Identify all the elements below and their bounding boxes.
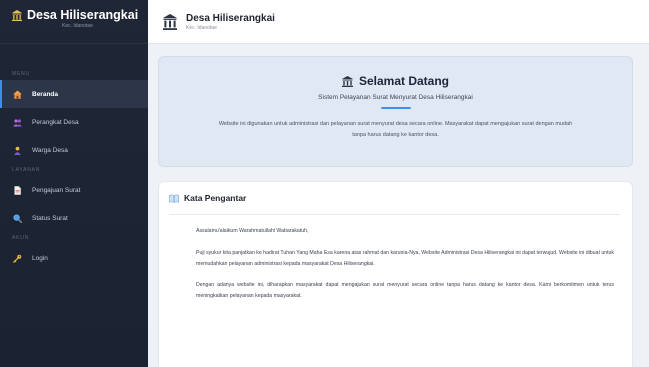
sidebar-item-label: Warga Desa <box>32 146 68 154</box>
building-icon <box>163 13 177 30</box>
sidebar-item-login[interactable]: Login <box>0 244 148 272</box>
foreword-body: Assalamu'alaikum Warahmatullahi Wabaraka… <box>159 215 632 302</box>
sidebar-item-label: Status Surat <box>32 214 68 222</box>
user-icon <box>14 146 21 155</box>
key-icon <box>13 254 22 263</box>
sidebar-brand-subtitle: Kec. Idanotae <box>62 23 93 29</box>
building-icon <box>12 9 22 21</box>
sidebar-item-perangkat-desa[interactable]: Perangkat Desa <box>0 108 148 136</box>
foreword-title: Kata Pengantar <box>184 193 247 203</box>
header-subtitle: Kec. Idanotae <box>186 24 217 31</box>
sidebar-item-pengajuan-surat[interactable]: Pengajuan Surat <box>0 176 148 204</box>
sidebar-item-status-surat[interactable]: Status Surat <box>0 204 148 232</box>
welcome-card: Selamat Datang Sistem Pelayanan Surat Me… <box>158 56 633 167</box>
foreword-paragraph: Assalamu'alaikum Warahmatullahi Wabaraka… <box>196 228 309 234</box>
sidebar-section-akun: AKUN <box>12 235 30 241</box>
foreword-paragraph: Puji syukur kita panjatkan ke hadirat Tu… <box>196 250 615 267</box>
sidebar-item-warga-desa[interactable]: Warga Desa <box>0 136 148 164</box>
sidebar: Desa Hiliserangkai Kec. Idanotae MENU Be… <box>0 0 148 367</box>
top-header: Desa Hiliserangkai Kec. Idanotae <box>148 0 649 44</box>
welcome-divider <box>380 107 411 109</box>
welcome-description: Website ini digunakan untuk administrasi… <box>218 121 573 138</box>
sidebar-item-label: Pengajuan Surat <box>32 186 81 194</box>
users-icon <box>13 118 22 126</box>
header-title: Desa Hiliserangkai <box>186 12 275 24</box>
sidebar-brand-title: Desa Hiliserangkai <box>27 8 139 22</box>
sidebar-brand: Desa Hiliserangkai Kec. Idanotae <box>0 0 148 44</box>
home-icon <box>13 90 22 99</box>
building-icon <box>341 75 353 87</box>
foreword-paragraph: Dengan adanya website ini, diharapkan ma… <box>196 282 614 299</box>
foreword-card: Kata Pengantar Assalamu'alaikum Warahmat… <box>158 181 633 367</box>
sidebar-item-label: Login <box>32 254 48 262</box>
document-icon <box>14 185 21 195</box>
sidebar-item-beranda[interactable]: Beranda <box>0 80 148 108</box>
sidebar-section-menu: MENU <box>12 71 30 77</box>
welcome-subtitle: Sistem Pelayanan Surat Menyurat Desa Hil… <box>318 94 473 101</box>
sidebar-item-label: Perangkat Desa <box>32 118 79 126</box>
welcome-title: Selamat Datang <box>358 74 450 88</box>
sidebar-section-layanan: LAYANAN <box>12 167 41 173</box>
search-icon <box>13 213 22 223</box>
book-icon <box>169 194 179 203</box>
sidebar-item-label: Beranda <box>32 90 59 98</box>
